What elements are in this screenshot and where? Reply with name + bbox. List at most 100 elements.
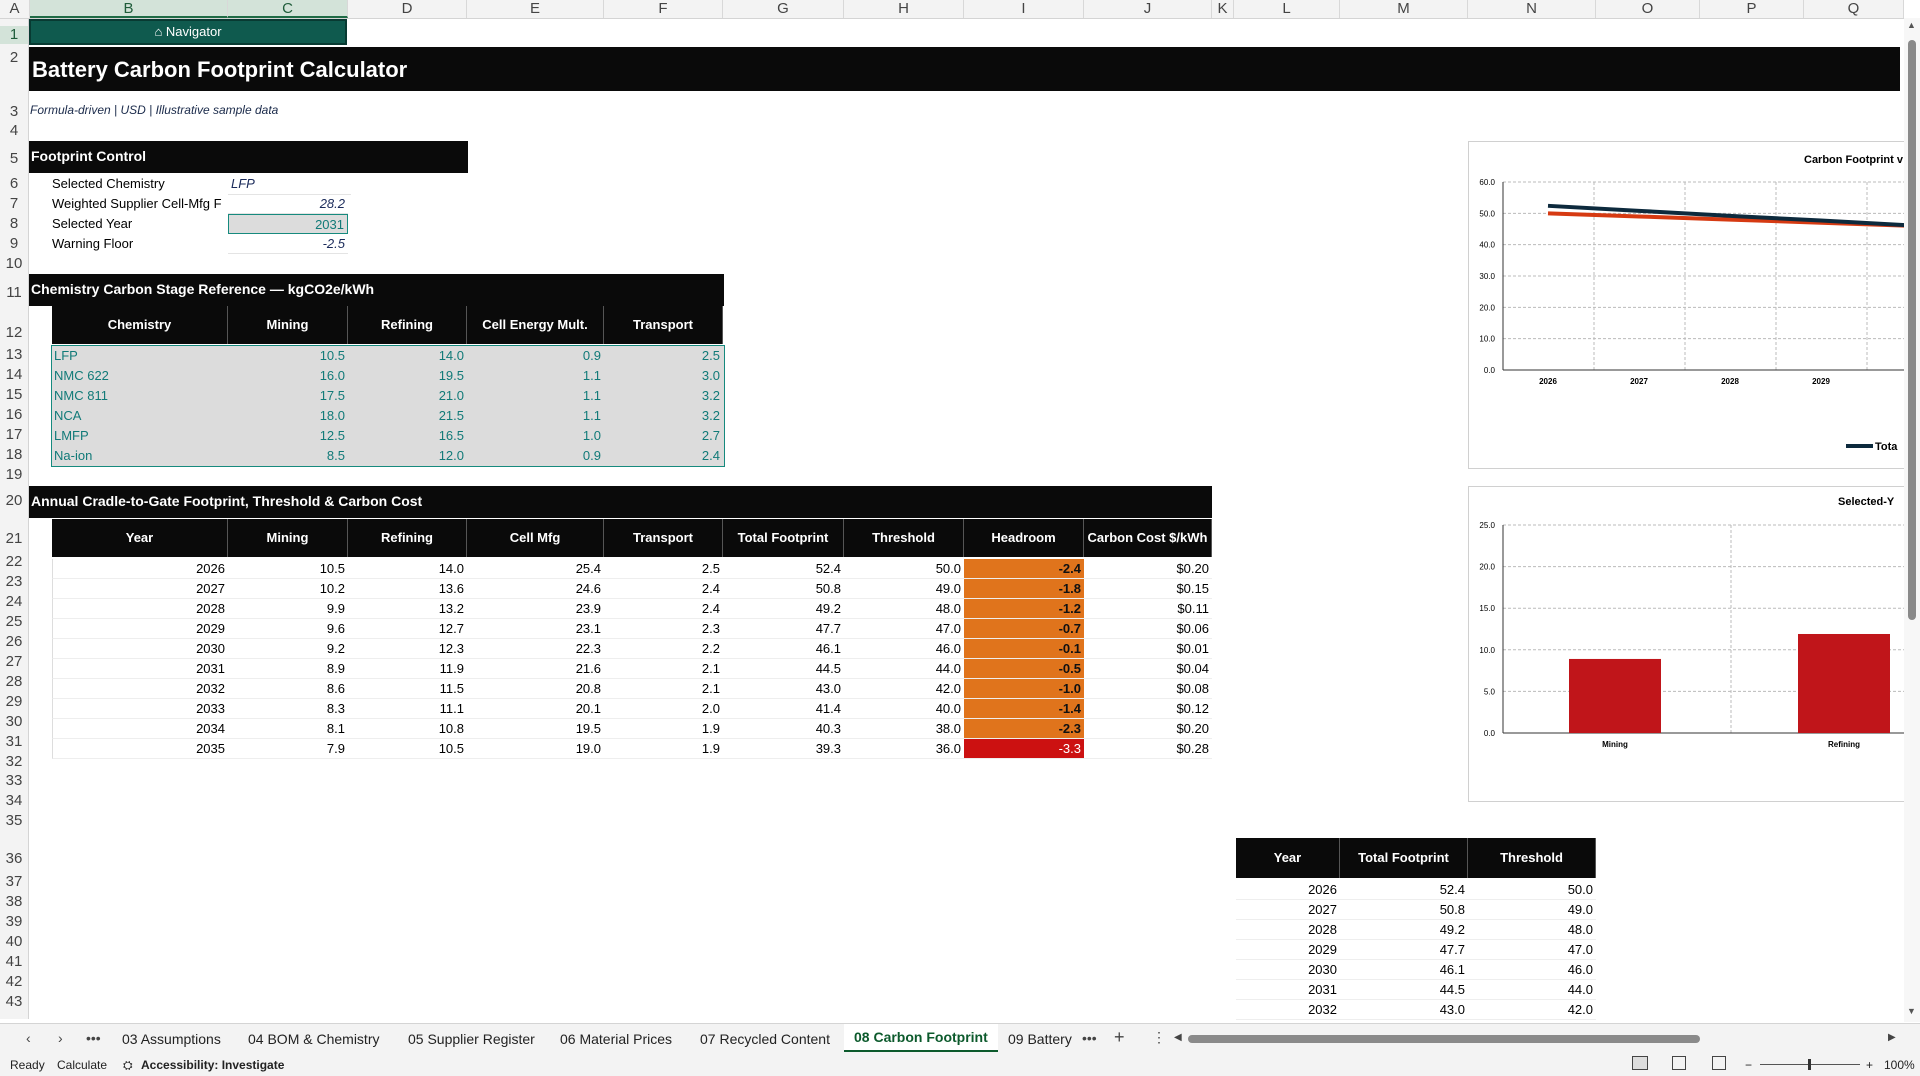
annual-cell[interactable]: 14.0: [348, 559, 467, 579]
annual-cell[interactable]: 41.4: [723, 699, 844, 719]
more-tabs-right-icon[interactable]: •••: [1082, 1030, 1097, 1046]
annual-cell[interactable]: 24.6: [467, 579, 604, 599]
annual-cell[interactable]: 40.3: [723, 719, 844, 739]
mini-cell[interactable]: 2026: [1236, 880, 1340, 900]
row-header-3[interactable]: 3: [0, 103, 28, 121]
row-header-23[interactable]: 23: [0, 573, 28, 591]
row-header-13[interactable]: 13: [0, 346, 28, 364]
reference-cell[interactable]: NMC 811: [52, 386, 230, 406]
tab-scroll-left-icon[interactable]: ‹: [26, 1030, 31, 1046]
annual-cell[interactable]: $0.11: [1084, 599, 1212, 619]
mini-cell[interactable]: 50.0: [1468, 880, 1596, 900]
row-header-18[interactable]: 18: [0, 446, 28, 464]
annual-cell[interactable]: 23.1: [467, 619, 604, 639]
mini-cell[interactable]: 52.4: [1340, 880, 1468, 900]
zoom-level[interactable]: 100%: [1884, 1054, 1915, 1076]
column-header-i[interactable]: I: [964, 0, 1084, 18]
reference-cell[interactable]: 10.5: [228, 346, 348, 366]
reference-cell[interactable]: 16.5: [348, 426, 467, 446]
mini-cell[interactable]: 44.0: [1468, 980, 1596, 1000]
row-header-11[interactable]: 11: [0, 284, 28, 302]
annual-cell[interactable]: 21.6: [467, 659, 604, 679]
annual-cell[interactable]: 2.1: [604, 659, 723, 679]
mini-cell[interactable]: 47.7: [1340, 940, 1468, 960]
row-header-26[interactable]: 26: [0, 633, 28, 651]
annual-cell[interactable]: 7.9: [228, 739, 348, 759]
row-header-14[interactable]: 14: [0, 366, 28, 384]
column-header-e[interactable]: E: [467, 0, 604, 18]
annual-cell[interactable]: 8.3: [228, 699, 348, 719]
column-header-j[interactable]: J: [1084, 0, 1212, 18]
sheet-tab[interactable]: 08 Carbon Footprint: [844, 1024, 998, 1052]
annual-cell[interactable]: 50.0: [844, 559, 964, 579]
headroom-cell[interactable]: -2.3: [964, 719, 1084, 739]
reference-cell[interactable]: 21.5: [348, 406, 467, 426]
annual-cell[interactable]: 49.0: [844, 579, 964, 599]
mini-cell[interactable]: 2032: [1236, 1000, 1340, 1020]
annual-cell[interactable]: 50.8: [723, 579, 844, 599]
row-header-5[interactable]: 5: [0, 150, 28, 168]
annual-cell[interactable]: 11.5: [348, 679, 467, 699]
row-header-24[interactable]: 24: [0, 593, 28, 611]
reference-cell[interactable]: NMC 622: [52, 366, 230, 386]
sheet-tab[interactable]: 06 Material Prices: [550, 1024, 682, 1054]
annual-cell[interactable]: 2032: [52, 679, 228, 699]
annual-cell[interactable]: 8.1: [228, 719, 348, 739]
sheet-tab[interactable]: 09 Battery: [998, 1024, 1082, 1054]
row-header-21[interactable]: 21: [0, 530, 28, 548]
annual-cell[interactable]: 2.3: [604, 619, 723, 639]
row-header-7[interactable]: 7: [0, 195, 28, 213]
annual-cell[interactable]: 46.0: [844, 639, 964, 659]
annual-cell[interactable]: 2028: [52, 599, 228, 619]
annual-cell[interactable]: 44.5: [723, 659, 844, 679]
column-header-q[interactable]: Q: [1804, 0, 1904, 18]
row-header-28[interactable]: 28: [0, 673, 28, 691]
annual-cell[interactable]: 2035: [52, 739, 228, 759]
annual-cell[interactable]: 47.7: [723, 619, 844, 639]
reference-cell[interactable]: 0.9: [467, 346, 604, 366]
reference-cell[interactable]: 12.0: [348, 446, 467, 466]
normal-view-icon[interactable]: [1632, 1056, 1648, 1070]
column-header-b[interactable]: B: [30, 0, 228, 18]
sheet-options-icon[interactable]: ⋮: [1152, 1029, 1166, 1046]
control-value-4[interactable]: -2.5: [228, 234, 348, 254]
mini-cell[interactable]: 44.5: [1340, 980, 1468, 1000]
row-header-20[interactable]: 20: [0, 492, 28, 510]
annual-cell[interactable]: 2.1: [604, 679, 723, 699]
horizontal-scroll-thumb[interactable]: [1188, 1035, 1700, 1043]
annual-cell[interactable]: 2030: [52, 639, 228, 659]
annual-cell[interactable]: 2.0: [604, 699, 723, 719]
column-header-c[interactable]: C: [228, 0, 348, 18]
mini-cell[interactable]: 42.0: [1468, 1000, 1596, 1020]
row-header-25[interactable]: 25: [0, 613, 28, 631]
row-header-19[interactable]: 19: [0, 466, 28, 484]
column-header-n[interactable]: N: [1468, 0, 1596, 18]
annual-cell[interactable]: 9.6: [228, 619, 348, 639]
headroom-cell[interactable]: -1.2: [964, 599, 1084, 619]
headroom-cell[interactable]: -0.5: [964, 659, 1084, 679]
mini-cell[interactable]: 50.8: [1340, 900, 1468, 920]
mini-cell[interactable]: 46.0: [1468, 960, 1596, 980]
column-header-d[interactable]: D: [348, 0, 467, 18]
annual-cell[interactable]: 2026: [52, 559, 228, 579]
annual-cell[interactable]: 10.5: [348, 739, 467, 759]
navigator-button[interactable]: ⌂ Navigator: [29, 19, 347, 45]
mini-cell[interactable]: 43.0: [1340, 1000, 1468, 1020]
tab-scroll-right-icon[interactable]: ›: [58, 1030, 63, 1046]
row-header-36[interactable]: 36: [0, 850, 28, 868]
scroll-up-icon[interactable]: ▲: [1907, 20, 1916, 30]
annual-cell[interactable]: 11.1: [348, 699, 467, 719]
annual-cell[interactable]: 40.0: [844, 699, 964, 719]
row-header-27[interactable]: 27: [0, 653, 28, 671]
headroom-cell[interactable]: -0.1: [964, 639, 1084, 659]
annual-cell[interactable]: $0.12: [1084, 699, 1212, 719]
annual-cell[interactable]: 8.6: [228, 679, 348, 699]
row-header-37[interactable]: 37: [0, 873, 28, 891]
annual-cell[interactable]: 19.0: [467, 739, 604, 759]
line-chart[interactable]: Carbon Footprint v 0.0 10.0 20.0 30.0 40.0 50.…: [1468, 141, 1906, 469]
row-header-41[interactable]: 41: [0, 953, 28, 971]
hscroll-left-icon[interactable]: ◀: [1174, 1032, 1182, 1043]
annual-cell[interactable]: 1.9: [604, 719, 723, 739]
sheet-tab[interactable]: 05 Supplier Register: [398, 1024, 545, 1054]
annual-cell[interactable]: 1.9: [604, 739, 723, 759]
